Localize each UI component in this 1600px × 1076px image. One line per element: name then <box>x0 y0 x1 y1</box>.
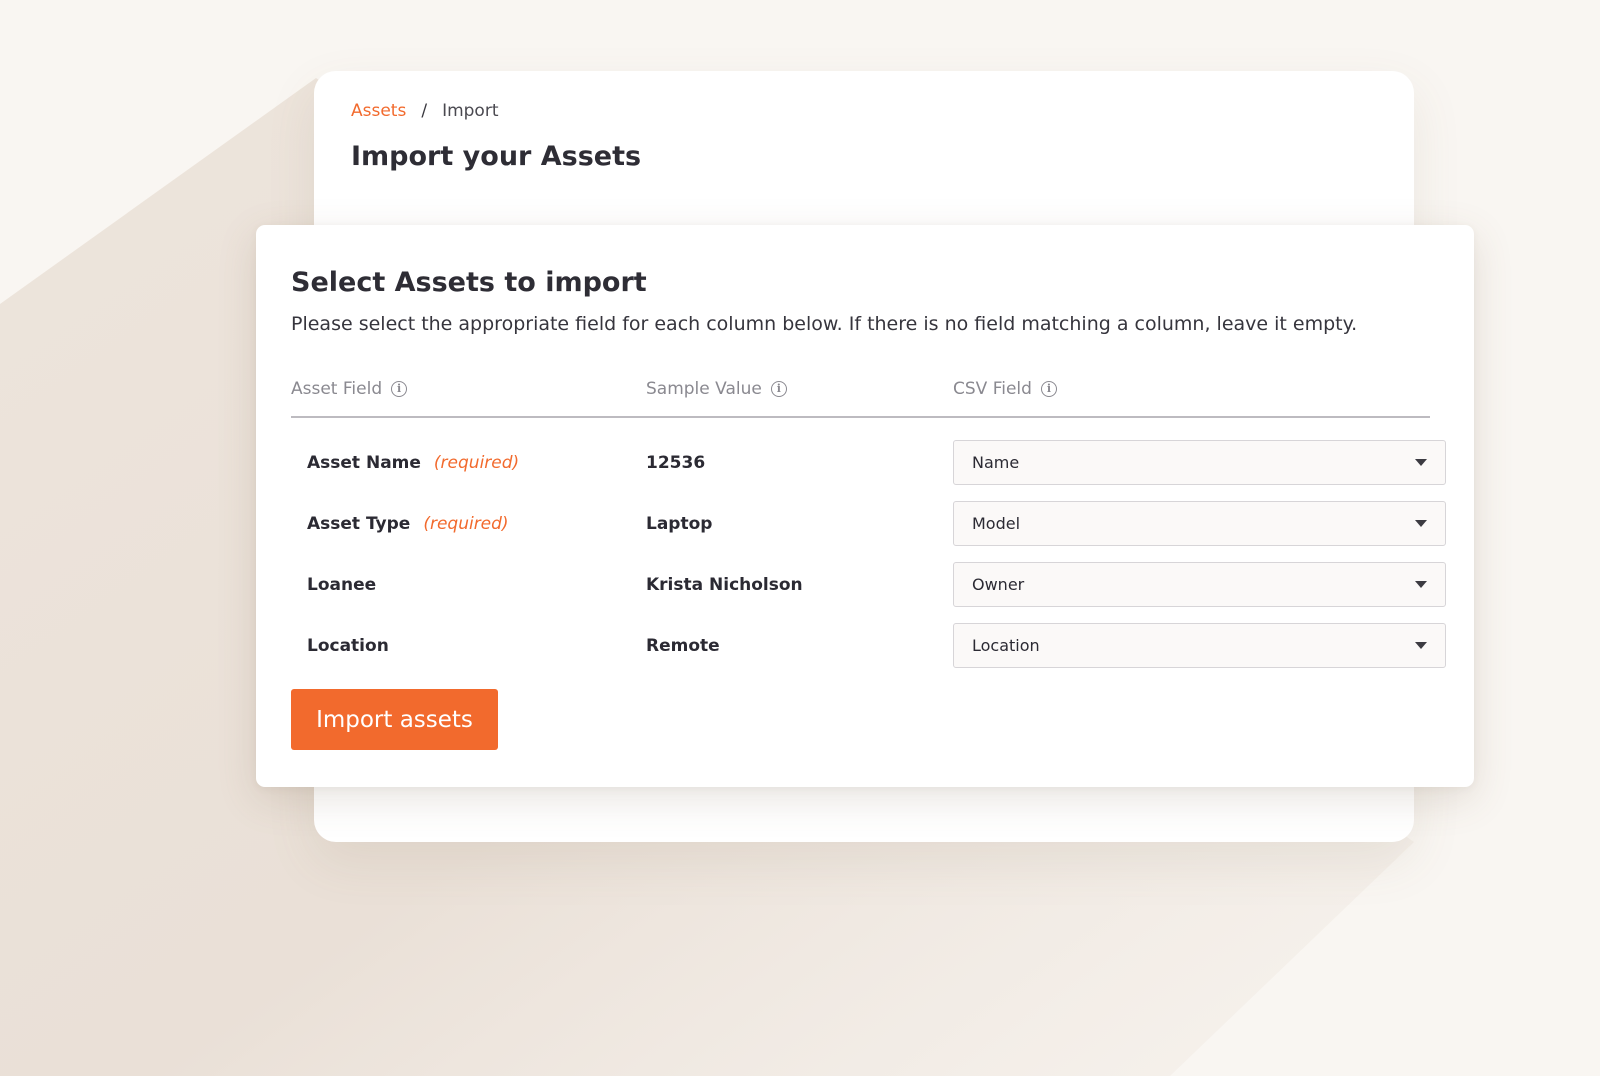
csv-field-selected-value: Location <box>972 636 1040 655</box>
required-tag: (required) <box>433 453 520 473</box>
breadcrumb-current: Import <box>442 101 499 121</box>
column-header-csv-field: CSV Field i <box>953 379 1057 399</box>
table-row: Asset Type (required) Laptop Model <box>291 501 1446 547</box>
import-assets-button[interactable]: Import assets <box>291 689 498 750</box>
breadcrumb-separator: / <box>421 101 428 121</box>
asset-field-cell: Location <box>307 636 389 656</box>
csv-field-selected-value: Owner <box>972 575 1025 594</box>
sample-value: Remote <box>646 636 720 656</box>
page-title: Import your Assets <box>351 141 642 172</box>
breadcrumb-assets-link[interactable]: Assets <box>351 101 406 121</box>
asset-field-cell: Asset Type (required) <box>307 514 509 534</box>
column-header-asset-field: Asset Field i <box>291 379 408 399</box>
asset-field-label: Asset Type <box>307 514 411 534</box>
sample-value: Laptop <box>646 514 713 534</box>
csv-field-select[interactable]: Location <box>953 623 1446 668</box>
asset-field-cell: Loanee <box>307 575 376 595</box>
asset-field-label: Location <box>307 636 389 656</box>
column-header-label: Asset Field <box>291 379 383 399</box>
import-modal: Select Assets to import Please select th… <box>256 225 1474 787</box>
chevron-down-icon <box>1415 459 1427 466</box>
info-icon[interactable]: i <box>391 381 408 397</box>
modal-description: Please select the appropriate field for … <box>291 313 1358 335</box>
table-row: Loanee Krista Nicholson Owner <box>291 562 1446 608</box>
sample-value: 12536 <box>646 453 706 473</box>
asset-field-cell: Asset Name (required) <box>307 453 519 473</box>
info-icon[interactable]: i <box>770 381 787 397</box>
asset-field-label: Loanee <box>307 575 377 595</box>
csv-field-selected-value: Model <box>972 514 1021 533</box>
csv-field-select[interactable]: Model <box>953 501 1446 546</box>
csv-field-selected-value: Name <box>972 453 1020 472</box>
column-header-label: Sample Value <box>646 379 762 399</box>
csv-field-select[interactable]: Owner <box>953 562 1446 607</box>
required-tag: (required) <box>423 514 509 534</box>
info-icon[interactable]: i <box>1040 381 1057 397</box>
csv-field-select[interactable]: Name <box>953 440 1446 485</box>
column-header-label: CSV Field <box>953 379 1032 399</box>
chevron-down-icon <box>1415 642 1427 649</box>
chevron-down-icon <box>1415 520 1427 527</box>
column-header-sample-value: Sample Value i <box>646 379 787 399</box>
breadcrumb: Assets / Import <box>351 101 498 121</box>
sample-value: Krista Nicholson <box>646 575 803 595</box>
table-row: Location Remote Location <box>291 623 1446 669</box>
table-header: Asset Field i Sample Value i CSV Field i <box>291 371 1430 418</box>
table-row: Asset Name (required) 12536 Name <box>291 440 1446 486</box>
asset-field-label: Asset Name <box>307 453 421 473</box>
chevron-down-icon <box>1415 581 1427 588</box>
modal-title: Select Assets to import <box>291 267 647 298</box>
